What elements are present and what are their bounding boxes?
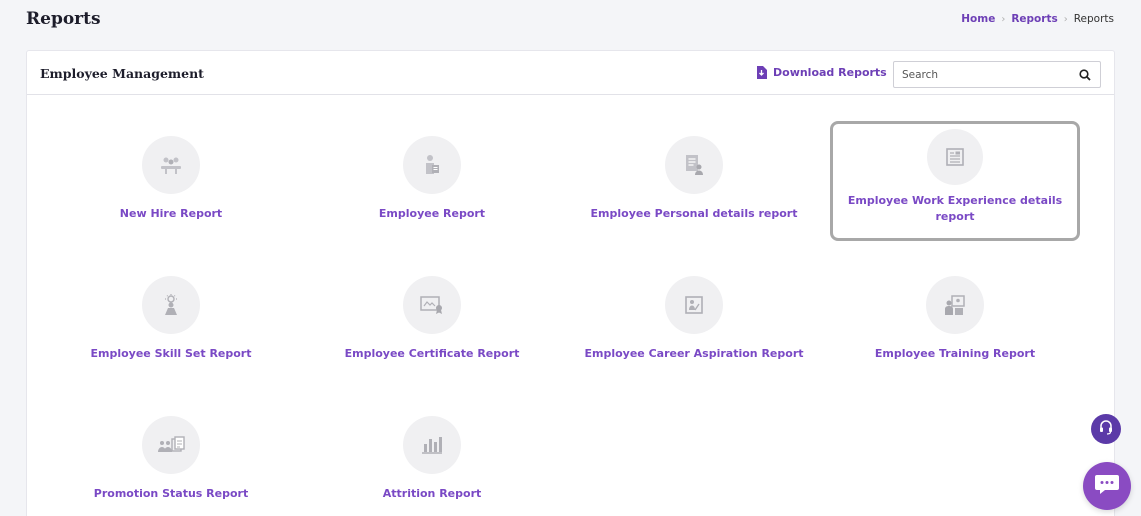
report-label: Employee Training Report [874,347,1036,360]
skill-set-icon [142,276,200,334]
career-aspiration-icon [665,276,723,334]
headset-icon [1098,419,1114,439]
download-file-icon [756,66,767,79]
work-experience-icon [927,129,983,185]
report-label: Employee Work Experience details report [847,194,1063,223]
breadcrumb-current: Reports [1073,13,1114,25]
search-box [893,61,1101,88]
page-title: Reports [26,9,101,29]
search-input[interactable] [894,62,1070,87]
report-label: New Hire Report [119,207,223,220]
report-tile-new-hire[interactable]: New Hire Report [46,136,296,256]
chevron-right-icon: › [1063,13,1068,25]
employee-management-card: Employee Management Download Reports Sea… [26,50,1115,516]
report-tile-promotion-status[interactable]: Promotion Status Report [46,416,296,516]
report-label: Employee Skill Set Report [90,347,252,360]
chevron-right-icon: › [1001,13,1006,25]
card-header: Employee Management Download Reports [27,51,1114,95]
report-tile-work-experience[interactable]: Employee Work Experience details report [830,121,1080,241]
employee-icon [403,136,461,194]
search-icon[interactable] [1070,68,1100,81]
report-tile-employee[interactable]: Employee Report [307,136,557,256]
report-tile-personal-details[interactable]: Employee Personal details report [569,136,819,256]
personal-details-icon [665,136,723,194]
report-tile-career-aspiration[interactable]: Employee Career Aspiration Report [569,276,819,396]
chat-widget-button[interactable] [1083,462,1131,510]
report-tile-attrition[interactable]: Attrition Report [307,416,557,516]
certificate-icon [403,276,461,334]
report-tile-certificate[interactable]: Employee Certificate Report [307,276,557,396]
training-icon [926,276,984,334]
new-hire-icon [142,136,200,194]
chat-bubble-icon [1094,473,1120,499]
breadcrumb: Home › Reports › Reports [961,13,1114,25]
promotion-status-icon [142,416,200,474]
card-title: Employee Management [40,66,204,81]
download-reports-button[interactable]: Download Reports [756,66,887,79]
report-label: Employee Personal details report [590,207,798,220]
report-label: Employee Report [378,207,486,220]
download-reports-label: Download Reports [773,66,887,79]
report-label: Employee Certificate Report [344,347,520,360]
report-label: Attrition Report [382,487,482,500]
report-label: Promotion Status Report [93,487,249,500]
report-tile-training[interactable]: Employee Training Report [830,276,1080,396]
report-label: Employee Career Aspiration Report [584,347,804,360]
attrition-icon [403,416,461,474]
report-tile-skill-set[interactable]: Employee Skill Set Report [46,276,296,396]
breadcrumb-reports[interactable]: Reports [1011,13,1057,25]
support-headset-button[interactable] [1091,414,1121,444]
breadcrumb-home[interactable]: Home [961,13,995,25]
